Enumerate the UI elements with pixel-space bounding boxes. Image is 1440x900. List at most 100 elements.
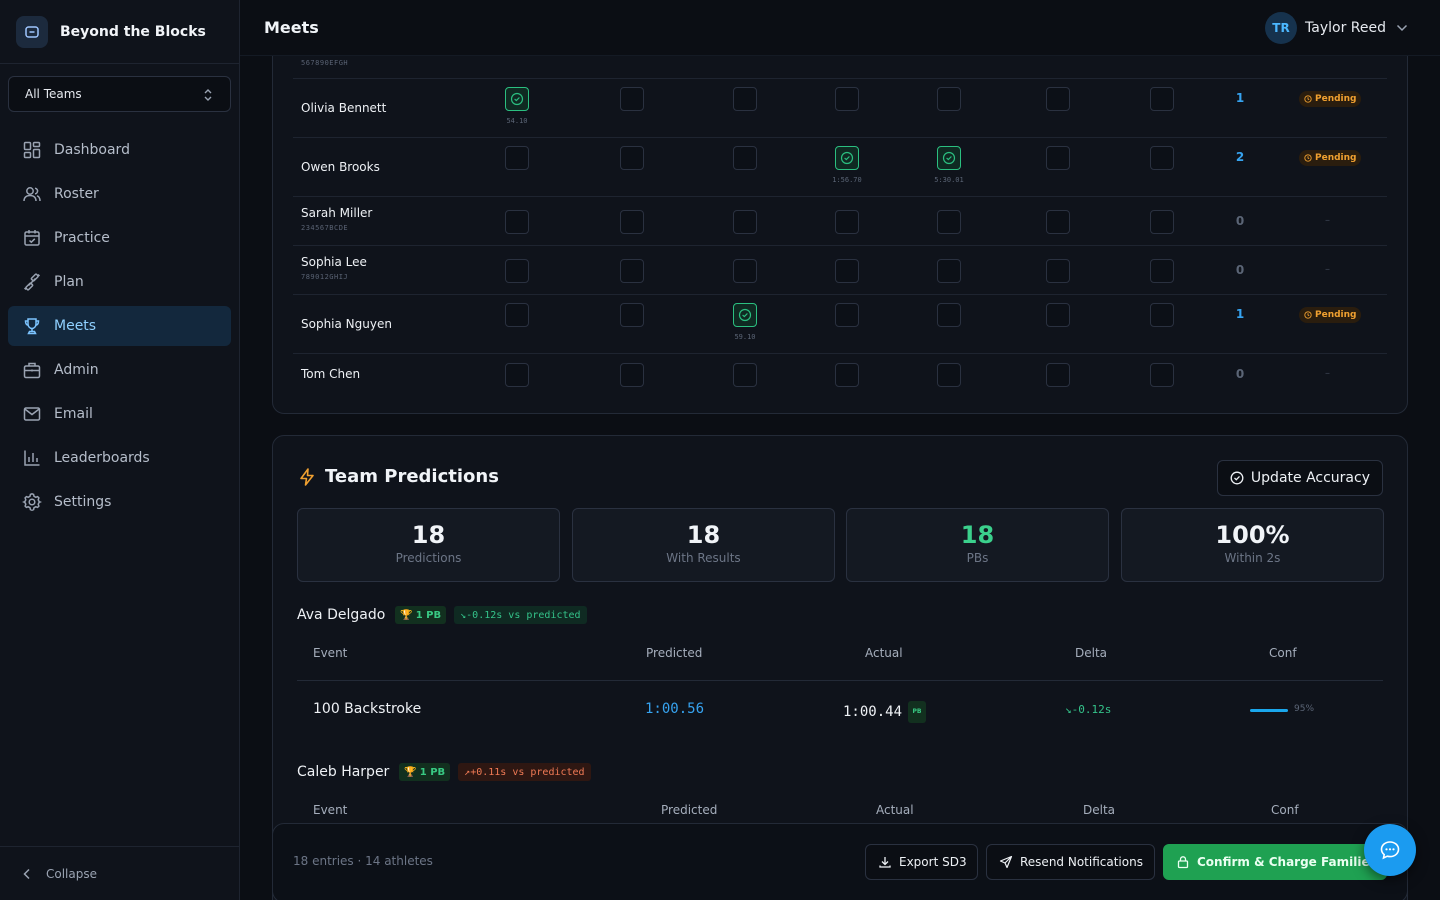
event-entry-checkbox[interactable] <box>1150 146 1174 170</box>
event-entry-checkbox[interactable] <box>835 210 859 234</box>
event-entry-checkbox[interactable] <box>1046 363 1070 387</box>
event-entry-checkbox[interactable] <box>1046 210 1070 234</box>
athlete-name[interactable]: Sophia Nguyen <box>301 317 392 331</box>
sidebar-item-label: Email <box>54 406 93 422</box>
table-row: Owen Brooks 1:56.70 5:30.01 2 Pending <box>293 138 1387 197</box>
sidebar-item-practice[interactable]: Practice <box>8 218 231 258</box>
chevron-down-icon <box>1396 24 1408 32</box>
predictions-title: Team Predictions <box>325 466 499 487</box>
event-entry-checkbox[interactable] <box>1046 87 1070 111</box>
stat-pbs: 18 PBs <box>846 508 1109 582</box>
event-entry-checkbox[interactable] <box>505 146 529 170</box>
athlete-name[interactable]: Olivia Bennett <box>301 101 386 115</box>
event-entry-checkbox[interactable] <box>733 363 757 387</box>
resend-label: Resend Notifications <box>1020 855 1143 869</box>
resend-notifications-button[interactable]: Resend Notifications <box>986 844 1155 880</box>
status-label: Pending <box>1315 310 1357 320</box>
event-entry-checkbox[interactable] <box>1150 363 1174 387</box>
chat-button[interactable] <box>1364 824 1416 876</box>
clock-icon <box>1304 154 1312 162</box>
stat-label: Within 2s <box>1224 551 1281 565</box>
dashboard-icon <box>23 141 41 159</box>
download-icon <box>879 857 891 868</box>
col-delta: Delta <box>1083 803 1116 817</box>
pb-badge: 🏆 1 PB <box>399 763 451 781</box>
confirm-charge-button[interactable]: Confirm & Charge Families <box>1163 844 1387 880</box>
event-entry-checkbox[interactable] <box>505 210 529 234</box>
athlete-name[interactable]: Sarah Miller <box>301 206 372 220</box>
event-entry-checkbox[interactable] <box>733 210 757 234</box>
event-entry-checkbox[interactable] <box>1046 259 1070 283</box>
event-entry-checkbox[interactable] <box>733 87 757 111</box>
stat-value: 18 <box>411 521 446 549</box>
event-entry-checkbox[interactable] <box>937 259 961 283</box>
sidebar-item-label: Plan <box>54 274 84 290</box>
event-entry-checkbox[interactable] <box>937 303 961 327</box>
sidebar-item-leaderboards[interactable]: Leaderboards <box>8 438 231 478</box>
entry-seed-time: 54.10 <box>506 117 528 125</box>
event-entry-checkbox[interactable] <box>937 363 961 387</box>
event-entry-checkbox[interactable] <box>835 303 859 327</box>
chevron-updown-icon <box>204 89 212 101</box>
event-entry-checkbox[interactable] <box>505 303 529 327</box>
sidebar-item-email[interactable]: Email <box>8 394 231 434</box>
event-entry-checkbox[interactable] <box>937 87 961 111</box>
event-entry-checkbox[interactable] <box>733 259 757 283</box>
sidebar-item-label: Meets <box>54 318 97 334</box>
event-entry-checkbox[interactable] <box>620 363 644 387</box>
team-select[interactable]: All Teams <box>8 76 231 112</box>
col-delta: Delta <box>1075 646 1108 660</box>
event-entry-checkbox[interactable] <box>733 303 757 327</box>
event-entry-checkbox[interactable] <box>1150 303 1174 327</box>
chat-icon <box>1380 841 1400 860</box>
page-title: Meets <box>264 18 319 37</box>
event-entry-checkbox[interactable] <box>505 363 529 387</box>
event-entry-checkbox[interactable] <box>505 87 529 111</box>
sidebar-item-settings[interactable]: Settings <box>8 482 231 522</box>
collapse-button[interactable]: Collapse <box>0 846 239 900</box>
event-entry-checkbox[interactable] <box>620 146 644 170</box>
event-entry-checkbox[interactable] <box>620 210 644 234</box>
event-entry-checkbox[interactable] <box>733 146 757 170</box>
status-empty: – <box>1325 215 1330 226</box>
event-entry-checkbox[interactable] <box>835 259 859 283</box>
event-entry-checkbox[interactable] <box>1046 303 1070 327</box>
brand[interactable]: Beyond the Blocks <box>0 0 239 64</box>
brand-name: Beyond the Blocks <box>60 23 206 40</box>
sidebar-item-plan[interactable]: Plan <box>8 262 231 302</box>
export-label: Export SD3 <box>899 855 967 869</box>
sidebar-item-meets[interactable]: Meets <box>8 306 231 346</box>
sidebar-item-roster[interactable]: Roster <box>8 174 231 214</box>
athlete-name[interactable]: Sophia Lee <box>301 255 367 269</box>
entry-count: 0 <box>1235 263 1245 277</box>
event-entry-checkbox[interactable] <box>835 87 859 111</box>
user-menu[interactable]: TR Taylor Reed <box>1265 12 1408 44</box>
athlete-id: 789012GHIJ <box>301 273 349 281</box>
avatar: TR <box>1265 12 1298 44</box>
sidebar-item-label: Roster <box>54 186 99 202</box>
event-entry-checkbox[interactable] <box>1046 146 1070 170</box>
event-entry-checkbox[interactable] <box>620 303 644 327</box>
event-entry-checkbox[interactable] <box>505 259 529 283</box>
table-row: 100 Backstroke 1:00.56 1:00.44 PB ↘-0.12s… <box>297 682 1383 738</box>
event-entry-checkbox[interactable] <box>1150 259 1174 283</box>
event-entry-checkbox[interactable] <box>835 146 859 170</box>
col-conf: Conf <box>1269 646 1297 660</box>
event-entry-checkbox[interactable] <box>835 363 859 387</box>
event-entry-checkbox[interactable] <box>620 87 644 111</box>
trophy-icon: 🏆 <box>404 766 417 778</box>
event-entry-checkbox[interactable] <box>937 210 961 234</box>
export-sd3-button[interactable]: Export SD3 <box>865 844 978 880</box>
check-circle-icon <box>1230 471 1244 485</box>
athlete-name[interactable]: Tom Chen <box>301 367 360 381</box>
event-entry-checkbox[interactable] <box>1150 87 1174 111</box>
sidebar-item-dashboard[interactable]: Dashboard <box>8 130 231 170</box>
update-accuracy-button[interactable]: Update Accuracy <box>1216 460 1383 496</box>
event-entry-checkbox[interactable] <box>937 146 961 170</box>
event-entry-checkbox[interactable] <box>1150 210 1174 234</box>
event-entry-checkbox[interactable] <box>620 259 644 283</box>
athlete-id: 234567BCDE <box>301 224 349 232</box>
athlete-name: Ava Delgado <box>297 607 386 623</box>
sidebar-item-admin[interactable]: Admin <box>8 350 231 390</box>
athlete-name[interactable]: Owen Brooks <box>301 160 380 174</box>
